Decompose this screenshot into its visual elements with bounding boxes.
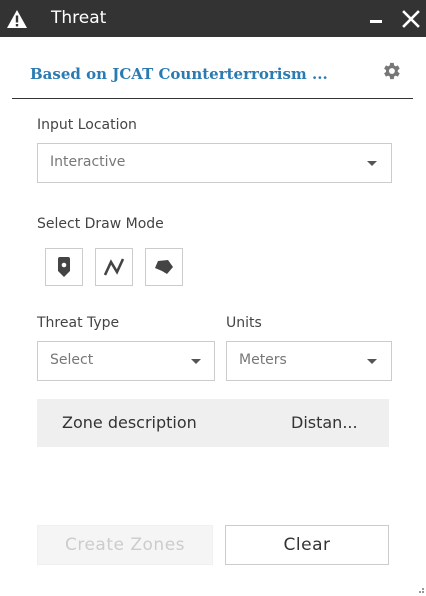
gear-icon[interactable] bbox=[380, 60, 402, 82]
warning-icon bbox=[7, 10, 27, 28]
units-select[interactable]: Meters bbox=[226, 341, 392, 381]
column-distance[interactable]: Distan... bbox=[291, 413, 358, 432]
chevron-down-icon bbox=[367, 359, 377, 364]
panel-header: Based on JCAT Counterterrorism ... bbox=[12, 50, 413, 99]
draw-mode-label: Select Draw Mode bbox=[37, 216, 164, 232]
threat-type-label: Threat Type bbox=[37, 315, 120, 331]
close-icon[interactable] bbox=[401, 9, 421, 29]
draw-polygon-button[interactable] bbox=[145, 248, 183, 286]
threat-type-value: Select bbox=[50, 352, 94, 368]
title-bar: Threat bbox=[0, 0, 426, 37]
create-zones-button[interactable]: Create Zones bbox=[37, 525, 213, 565]
minimize-icon[interactable] bbox=[369, 10, 383, 26]
point-icon bbox=[58, 257, 70, 277]
column-zone-description[interactable]: Zone description bbox=[62, 413, 197, 432]
units-value: Meters bbox=[239, 352, 287, 368]
threat-type-select[interactable]: Select bbox=[37, 341, 215, 381]
draw-polyline-button[interactable] bbox=[95, 248, 133, 286]
input-location-select[interactable]: Interactive bbox=[37, 143, 392, 183]
resize-grip-icon[interactable] bbox=[416, 586, 425, 595]
chevron-down-icon bbox=[191, 359, 201, 364]
chevron-down-icon bbox=[367, 161, 377, 166]
clear-button[interactable]: Clear bbox=[225, 525, 389, 565]
input-location-value: Interactive bbox=[50, 154, 126, 170]
input-location-label: Input Location bbox=[37, 117, 137, 133]
polyline-icon bbox=[103, 258, 125, 276]
units-label: Units bbox=[226, 315, 262, 331]
panel-subtitle: Based on JCAT Counterterrorism ... bbox=[30, 65, 328, 83]
zone-table-header: Zone description Distan... bbox=[37, 399, 389, 447]
polygon-icon bbox=[155, 260, 173, 274]
draw-point-button[interactable] bbox=[45, 248, 83, 286]
window-title: Threat bbox=[51, 8, 107, 28]
